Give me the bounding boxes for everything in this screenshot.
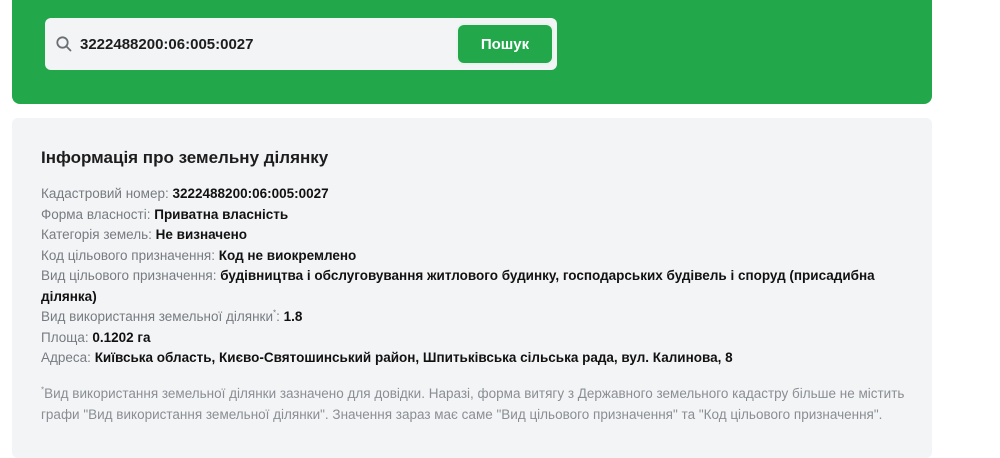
purpose-type-label: Вид цільового призначення:	[41, 268, 217, 283]
purpose-code-row: Код цільового призначення: Код не виокре…	[41, 246, 901, 267]
land-category-value: Не визначено	[155, 227, 248, 242]
usage-type-footnote: *Вид використання земельної ділянки зазн…	[41, 384, 911, 425]
address-row: Адреса: Київська область, Києво-Святошин…	[41, 348, 901, 369]
search-banner: Пошук	[12, 0, 932, 104]
land-category-label: Категорія земель:	[41, 227, 152, 242]
usage-type-label-text: Вид використання земельної ділянки	[41, 309, 273, 324]
area-label: Площа:	[41, 329, 89, 345]
footnote-text: Вид використання земельної ділянки зазна…	[41, 386, 905, 422]
cadastral-number-row: Кадастровий номер: 3222488200:06:005:002…	[41, 184, 901, 205]
search-button[interactable]: Пошук	[458, 25, 552, 63]
cadastral-number-value: 3222488200:06:005:0027	[172, 186, 329, 201]
usage-type-value: 1.8	[283, 309, 303, 324]
usage-type-label-colon: :	[276, 309, 280, 324]
parcel-info-list: Кадастровий номер: 3222488200:06:005:002…	[41, 184, 901, 369]
land-category-row: Категорія земель: Не визначено	[41, 225, 901, 246]
usage-type-label: Вид використання земельної ділянки*:	[41, 309, 280, 324]
parcel-info-card: Інформація про земельну ділянку Кадастро…	[12, 118, 932, 458]
purpose-code-label: Код цільового призначення:	[41, 247, 215, 263]
address-value: Київська область, Києво-Святошинський ра…	[94, 350, 733, 365]
cadastral-search-input[interactable]	[80, 26, 480, 62]
search-box: Пошук	[45, 18, 557, 70]
ownership-form-label: Форма власності:	[41, 206, 151, 222]
search-icon	[56, 36, 72, 52]
ownership-form-row: Форма власності: Приватна власність	[41, 205, 901, 226]
purpose-type-row: Вид цільового призначення: будівництва і…	[41, 266, 901, 307]
parcel-info-title: Інформація про земельну ділянку	[41, 148, 329, 167]
area-row: Площа: 0.1202 га	[41, 328, 901, 349]
ownership-form-value: Приватна власність	[154, 206, 289, 222]
area-value: 0.1202 га	[92, 329, 151, 345]
address-label: Адреса:	[41, 350, 91, 365]
cadastral-number-label: Кадастровий номер:	[41, 186, 169, 201]
usage-type-row: Вид використання земельної ділянки*: 1.8	[41, 307, 901, 328]
purpose-code-value: Код не виокремлено	[218, 247, 357, 263]
